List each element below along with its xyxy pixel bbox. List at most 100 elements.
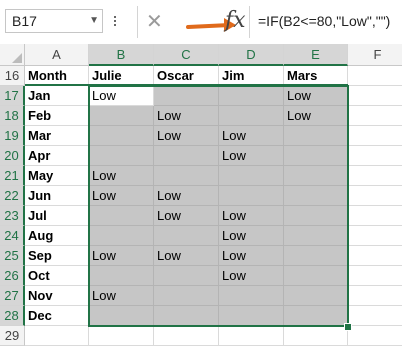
table-cell[interactable]: Jul [25, 206, 89, 226]
table-cell[interactable] [284, 226, 348, 246]
table-cell[interactable]: Low [89, 86, 154, 106]
table-cell[interactable] [89, 326, 154, 346]
table-cell[interactable]: Jun [25, 186, 89, 206]
table-cell[interactable] [89, 266, 154, 286]
table-cell[interactable]: Dec [25, 306, 89, 326]
table-cell[interactable] [284, 246, 348, 266]
table-cell[interactable] [89, 306, 154, 326]
table-cell[interactable] [348, 226, 402, 246]
table-cell[interactable]: Low [89, 166, 154, 186]
table-cell[interactable] [89, 206, 154, 226]
table-cell[interactable]: Feb [25, 106, 89, 126]
table-cell[interactable] [348, 326, 402, 346]
header-cell[interactable]: Mars [284, 66, 348, 86]
table-cell[interactable]: Low [154, 106, 219, 126]
chevron-down-icon[interactable]: ▼ [89, 10, 99, 32]
row-header[interactable]: 21 [0, 166, 25, 186]
table-cell[interactable]: Low [219, 206, 284, 226]
table-cell[interactable] [154, 166, 219, 186]
table-cell[interactable]: Sep [25, 246, 89, 266]
table-cell[interactable] [348, 286, 402, 306]
table-cell[interactable]: Low [89, 246, 154, 266]
row-header[interactable]: 18 [0, 106, 25, 126]
row-header[interactable]: 16 [0, 66, 25, 86]
header-cell[interactable]: Month [25, 66, 89, 86]
table-cell[interactable] [219, 166, 284, 186]
table-cell[interactable]: Jan [25, 86, 89, 106]
table-cell[interactable] [284, 306, 348, 326]
table-cell[interactable]: Low [89, 286, 154, 306]
table-cell[interactable] [348, 166, 402, 186]
header-cell[interactable]: Oscar [154, 66, 219, 86]
table-cell[interactable] [284, 266, 348, 286]
row-header[interactable]: 23 [0, 206, 25, 226]
table-cell[interactable] [284, 286, 348, 306]
select-all-corner[interactable] [0, 44, 25, 66]
column-header-e[interactable]: E [284, 44, 348, 66]
table-cell[interactable] [284, 206, 348, 226]
table-cell[interactable] [154, 86, 219, 106]
table-cell[interactable] [25, 326, 89, 346]
table-cell[interactable] [348, 246, 402, 266]
row-header[interactable]: 29 [0, 326, 25, 346]
table-cell[interactable]: Low [284, 86, 348, 106]
table-cell[interactable] [219, 186, 284, 206]
table-cell[interactable] [284, 166, 348, 186]
table-cell[interactable] [154, 226, 219, 246]
table-cell[interactable] [348, 186, 402, 206]
column-header-d[interactable]: D [219, 44, 284, 66]
table-cell[interactable]: Low [219, 126, 284, 146]
table-cell[interactable]: Low [284, 106, 348, 126]
fill-handle[interactable] [344, 323, 352, 331]
row-header[interactable]: 20 [0, 146, 25, 166]
row-header[interactable]: 27 [0, 286, 25, 306]
table-cell[interactable]: Low [154, 206, 219, 226]
table-cell[interactable] [154, 306, 219, 326]
column-header-c[interactable]: C [154, 44, 219, 66]
table-cell[interactable] [89, 106, 154, 126]
table-cell[interactable] [154, 146, 219, 166]
table-cell[interactable]: Low [219, 146, 284, 166]
table-cell[interactable] [219, 306, 284, 326]
table-cell[interactable] [219, 326, 284, 346]
table-cell[interactable]: Low [219, 266, 284, 286]
row-header[interactable]: 26 [0, 266, 25, 286]
table-cell[interactable] [219, 286, 284, 306]
table-cell[interactable]: Low [154, 186, 219, 206]
table-cell[interactable]: Low [219, 226, 284, 246]
table-cell[interactable] [284, 126, 348, 146]
table-cell[interactable]: Apr [25, 146, 89, 166]
table-cell[interactable]: Low [89, 186, 154, 206]
table-cell[interactable] [348, 206, 402, 226]
table-cell[interactable] [348, 86, 402, 106]
header-cell[interactable] [348, 66, 402, 86]
table-cell[interactable]: Nov [25, 286, 89, 306]
row-header[interactable]: 19 [0, 126, 25, 146]
row-header[interactable]: 24 [0, 226, 25, 246]
table-cell[interactable] [348, 266, 402, 286]
table-cell[interactable] [89, 146, 154, 166]
table-cell[interactable]: Low [219, 246, 284, 266]
table-cell[interactable] [284, 146, 348, 166]
table-cell[interactable] [284, 186, 348, 206]
table-cell[interactable] [284, 326, 348, 346]
table-cell[interactable]: Low [154, 126, 219, 146]
table-cell[interactable] [348, 106, 402, 126]
column-header-b[interactable]: B [89, 44, 154, 66]
more-dots-icon[interactable] [111, 16, 119, 28]
table-cell[interactable] [219, 106, 284, 126]
table-cell[interactable] [89, 226, 154, 246]
row-header[interactable]: 22 [0, 186, 25, 206]
row-header[interactable]: 25 [0, 246, 25, 266]
table-cell[interactable] [154, 286, 219, 306]
table-cell[interactable] [348, 126, 402, 146]
header-cell[interactable]: Jim [219, 66, 284, 86]
cancel-icon[interactable]: ✕ [146, 10, 163, 34]
name-box[interactable]: B17 ▼ [5, 9, 103, 33]
table-cell[interactable] [89, 126, 154, 146]
table-cell[interactable] [154, 266, 219, 286]
formula-input[interactable]: =IF(B2<=80,"Low","") [258, 10, 390, 32]
table-cell[interactable]: Oct [25, 266, 89, 286]
table-cell[interactable] [348, 146, 402, 166]
table-cell[interactable] [219, 86, 284, 106]
